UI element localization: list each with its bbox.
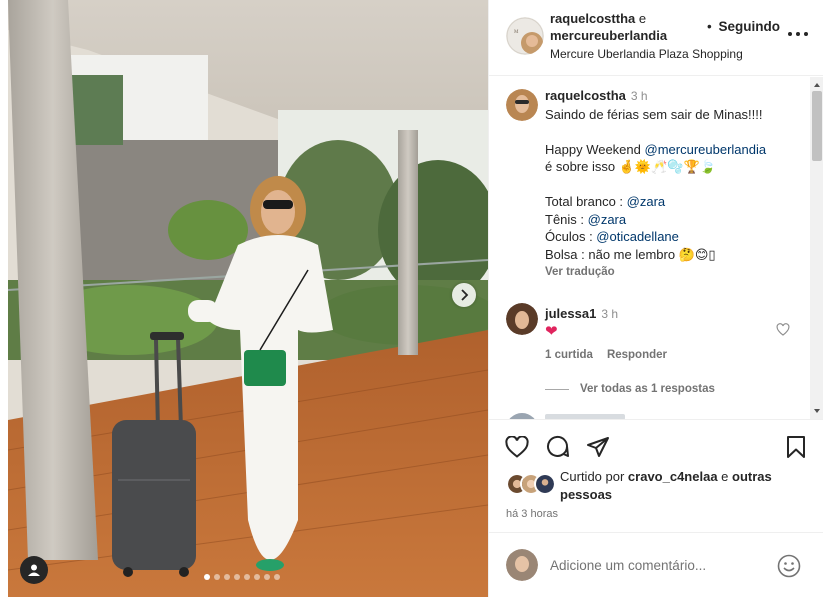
caption-time: 3 h <box>630 89 648 103</box>
comment-icon <box>547 435 569 457</box>
carousel-dot <box>224 574 230 580</box>
avatar <box>506 549 538 581</box>
post-media[interactable] <box>8 0 488 597</box>
liked-by-prefix: Curtido por <box>560 469 628 484</box>
caption-line-5-text: Tênis : <box>545 211 588 227</box>
mention-link[interactable]: @zara <box>588 212 627 227</box>
caption-line-4-text: Total branco : <box>545 194 627 209</box>
scroll-thumb[interactable] <box>812 91 822 161</box>
add-comment-bar <box>489 532 823 597</box>
mention-link[interactable]: @zara <box>627 194 666 209</box>
scroll-up-arrow[interactable] <box>814 83 820 87</box>
caption-line-3-text: é sobre isso <box>545 159 619 174</box>
commenter-avatar[interactable] <box>506 303 538 335</box>
comment-input[interactable] <box>550 555 770 575</box>
current-user-avatar <box>506 549 538 581</box>
author-avatar[interactable]: M <box>506 17 544 55</box>
carousel-dot <box>214 574 220 580</box>
comments-list[interactable]: raquelcostha 3 h Saindo de férias sem sai… <box>489 77 823 419</box>
post-actions: Curtido por cravo_c4nelaa e outras pesso… <box>489 419 823 529</box>
user-tags-button[interactable] <box>20 556 48 584</box>
carousel-dot <box>264 574 270 580</box>
location-link[interactable]: Mercure Uberlandia Plaza Shopping <box>550 47 743 61</box>
heart-icon <box>776 323 790 336</box>
like-button[interactable] <box>505 435 529 463</box>
comment-likes[interactable]: 1 curtida <box>545 349 593 361</box>
carousel-dot <box>254 574 260 580</box>
comment-text: ❤ <box>545 322 558 341</box>
caption-username[interactable]: raquelcostha <box>545 88 626 103</box>
view-replies-label: Ver todas as 1 respostas <box>580 383 715 395</box>
carousel-indicator <box>204 574 280 580</box>
carousel-dot <box>274 574 280 580</box>
follow-separator: • <box>707 19 712 34</box>
comment-item: julessa1 3 h ❤ 1 curtida Responder <box>506 303 806 373</box>
bookmark-icon <box>787 436 805 458</box>
author-username-1[interactable]: raquelcosttha <box>550 11 635 26</box>
liked-by-avatars[interactable] <box>506 473 558 495</box>
following-button[interactable]: • Seguindo <box>707 19 780 34</box>
authors-conjunction: e <box>638 11 647 26</box>
caption-emojis: 🤔😊▯ <box>678 246 716 262</box>
comments-scrollbar[interactable] <box>810 77 823 419</box>
scroll-down-arrow[interactable] <box>814 409 820 413</box>
caption-line-6-text: Óculos : <box>545 229 597 244</box>
reply-button[interactable]: Responder <box>607 349 667 361</box>
comment-button[interactable] <box>546 435 570 464</box>
heart-emoji: ❤ <box>545 323 558 340</box>
avatar <box>506 303 538 335</box>
share-button[interactable] <box>586 435 610 464</box>
chevron-right-icon <box>461 289 469 301</box>
avatar <box>506 89 538 121</box>
following-label: Seguindo <box>718 19 781 34</box>
caption-line-2-text: Happy Weekend <box>545 141 645 157</box>
emoji-picker-button[interactable] <box>777 554 801 583</box>
see-translation-link[interactable]: Ver tradução <box>545 264 807 282</box>
avatar <box>534 473 556 495</box>
view-replies-button[interactable]: Ver todas as 1 respostas <box>545 383 715 395</box>
comment-time: 3 h <box>601 307 619 321</box>
caption-line-1: Saindo de férias sem sair de Minas!!!! <box>545 106 763 122</box>
avatar: M <box>506 17 544 55</box>
caption-line-7-text: Bolsa : não me lembro <box>545 246 679 262</box>
carousel-dot <box>244 574 250 580</box>
comment-like-button[interactable] <box>776 323 790 341</box>
liked-by-user-link[interactable]: cravo_c4nelaa <box>628 469 718 484</box>
mention-link[interactable]: @oticadellane <box>596 229 679 244</box>
heart-icon <box>505 435 529 458</box>
carousel-dot <box>204 574 210 580</box>
post-header: M raquelcosttha e mercureuberlandia • Se… <box>489 0 823 76</box>
mention-link[interactable]: @mercureuberlandia <box>645 142 767 157</box>
more-icon <box>788 32 792 36</box>
post-photo <box>8 0 488 597</box>
comment-username[interactable]: julessa1 <box>545 306 596 321</box>
emoji-icon <box>777 554 801 578</box>
more-options-button[interactable] <box>788 26 808 42</box>
post-side-panel: M raquelcosttha e mercureuberlandia • Se… <box>488 0 823 597</box>
caption-avatar[interactable] <box>506 89 538 121</box>
caption-emojis: 🤞🌞🥂🫧🏆🍃 <box>618 159 716 174</box>
carousel-dot <box>234 574 240 580</box>
post-timestamp[interactable]: há 3 horas <box>506 508 558 520</box>
share-icon <box>587 437 609 457</box>
author-username-2[interactable]: mercureuberlandia <box>550 28 667 43</box>
save-button[interactable] <box>786 435 806 464</box>
svg-text:M: M <box>514 30 519 35</box>
next-photo-button[interactable] <box>452 283 476 307</box>
user-tag-icon <box>28 564 40 576</box>
liked-by-and: e <box>717 469 733 484</box>
